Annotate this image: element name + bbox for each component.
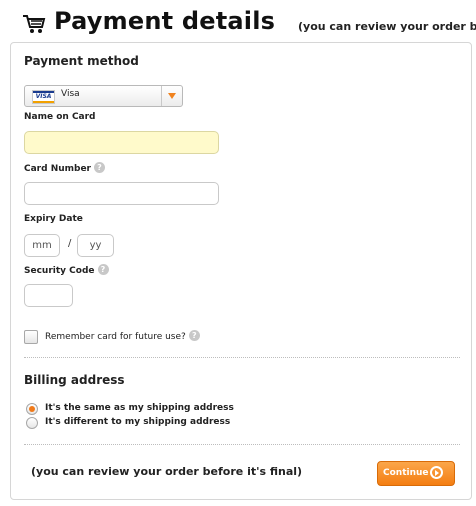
play-circle-icon	[430, 466, 443, 479]
card-type-select[interactable]: VISA Visa	[24, 85, 183, 107]
remember-card-checkbox[interactable]	[24, 330, 38, 344]
help-icon[interactable]: ?	[97, 264, 109, 275]
expiry-month-input[interactable]	[24, 234, 60, 257]
continue-button-label: Continue	[383, 468, 429, 478]
card-type-value: Visa	[61, 89, 80, 99]
billing-same-radio[interactable]	[26, 403, 38, 415]
security-code-label-row: Security Code?	[24, 264, 109, 276]
card-number-label-row: Card Number?	[24, 162, 105, 174]
remember-card-label-row: Remember card for future use??	[45, 330, 200, 342]
page-title: Payment details	[54, 10, 276, 35]
help-icon[interactable]: ?	[188, 330, 200, 341]
card-number-input[interactable]	[24, 182, 219, 205]
visa-logo-text: VISA	[35, 93, 52, 100]
remember-card-label: Remember card for future use?	[45, 332, 186, 342]
help-icon[interactable]: ?	[94, 162, 105, 173]
section-divider	[24, 357, 460, 358]
payment-form-panel: Payment method VISA Visa Name on Card Ca…	[10, 42, 472, 500]
security-code-label: Security Code	[24, 266, 95, 276]
card-number-label: Card Number	[24, 164, 91, 174]
shopping-cart-icon	[23, 15, 46, 33]
review-order-note: (you can review your order before it's f…	[31, 465, 303, 478]
section-divider	[24, 444, 460, 445]
billing-different-radio[interactable]	[26, 417, 38, 429]
expiry-year-input[interactable]	[77, 234, 114, 257]
expiry-date-label: Expiry Date	[24, 214, 83, 224]
page-subtitle: (you can review your order before it's f…	[298, 20, 476, 33]
name-on-card-label: Name on Card	[24, 112, 96, 122]
payment-method-heading: Payment method	[24, 54, 139, 68]
page-header: Payment details (you can review your ord…	[22, 10, 476, 38]
billing-different-label[interactable]: It's different to my shipping address	[45, 417, 230, 427]
continue-button[interactable]: Continue	[377, 461, 455, 486]
billing-address-heading: Billing address	[24, 373, 125, 387]
visa-card-icon: VISA	[32, 90, 55, 104]
billing-same-label[interactable]: It's the same as my shipping address	[45, 403, 234, 413]
expiry-separator: /	[68, 238, 72, 249]
name-on-card-input[interactable]	[24, 131, 219, 154]
chevron-down-icon[interactable]	[161, 86, 182, 106]
security-code-input[interactable]	[24, 284, 73, 307]
